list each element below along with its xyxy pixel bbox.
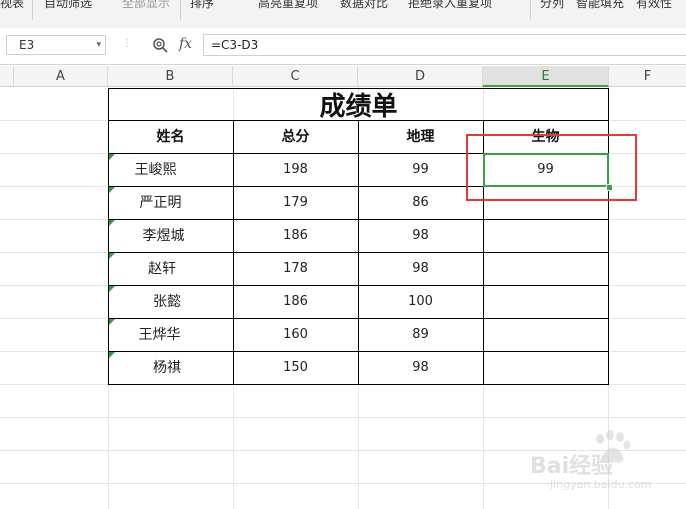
ribbon-item-pivot[interactable]: 视表 [0, 0, 24, 11]
watermark-brand: Bai经验 [530, 454, 614, 479]
biology-cell[interactable] [483, 220, 608, 252]
header-cell-name[interactable]: 姓名 [108, 121, 233, 153]
name-box[interactable]: E3 ▾ [6, 35, 106, 55]
column-header-e[interactable]: E [483, 66, 609, 87]
geography-cell[interactable]: 89 [358, 319, 483, 351]
name-cell[interactable]: 杨祺 [108, 352, 226, 384]
select-all-corner[interactable] [0, 66, 14, 87]
total-cell[interactable]: 179 [233, 187, 358, 219]
baidu-jingyan-watermark: Bai经验 jingyan.baidu.com [528, 430, 678, 500]
name-cell[interactable]: 王烨华 [108, 319, 211, 351]
geography-cell[interactable]: 98 [358, 352, 483, 384]
header-cell-geography[interactable]: 地理 [358, 121, 483, 153]
biology-cell[interactable] [483, 253, 608, 285]
ribbon-item-highlight-duplicates[interactable]: 高亮重复项 [258, 0, 318, 11]
grid-line [0, 417, 686, 418]
ribbon-item-smart-fill[interactable]: 智能填充 [576, 0, 624, 11]
ribbon-item-validity[interactable]: 有效性 [636, 0, 672, 11]
name-cell[interactable]: 严正明 [108, 187, 213, 219]
name-cell[interactable]: 赵轩 [108, 253, 216, 285]
column-header-b[interactable]: B [108, 66, 233, 87]
total-cell[interactable]: 186 [233, 220, 358, 252]
geography-cell[interactable]: 99 [358, 154, 483, 186]
biology-cell[interactable] [483, 319, 608, 351]
chevron-down-icon[interactable]: ▾ [96, 36, 101, 54]
insert-function-icon[interactable]: fx [179, 36, 192, 52]
column-header-f[interactable]: F [609, 66, 686, 87]
name-cell[interactable]: 王峻熙 [108, 154, 203, 186]
ribbon-item-show-all[interactable]: 全部显示 [122, 0, 170, 11]
name-box-value: E3 [19, 38, 35, 52]
name-cell[interactable]: 李煜城 [108, 220, 219, 252]
formula-bar: E3 ▾ ⋮ fx =C3-D3 [0, 28, 686, 65]
ribbon-item-reject-duplicates[interactable]: 拒绝录入重复项 [408, 0, 492, 11]
ribbon-divider [530, 0, 531, 20]
ribbon-item-split-column[interactable]: 分列 [540, 0, 564, 11]
formula-bar-divider-icon: ⋮ [122, 38, 132, 49]
geography-cell[interactable]: 86 [358, 187, 483, 219]
column-header-a[interactable]: A [14, 66, 108, 87]
total-cell[interactable]: 198 [233, 154, 358, 186]
ribbon-divider [32, 0, 33, 20]
ribbon-toolbar: 视表 自动筛选 全部显示 排序 高亮重复项 数据对比 拒绝录入重复项 分列 智能… [0, 0, 686, 29]
watermark-url: jingyan.baidu.com [550, 478, 652, 491]
highlight-annotation-box [466, 134, 637, 201]
sheet-title-cell[interactable]: 成绩单 [108, 88, 609, 121]
column-header-d[interactable]: D [358, 66, 483, 87]
geography-cell[interactable]: 100 [358, 286, 483, 318]
biology-cell[interactable] [483, 286, 608, 318]
formula-input[interactable]: =C3-D3 [203, 34, 686, 56]
ribbon-item-sort[interactable]: 排序 [190, 0, 214, 11]
column-header-c[interactable]: C [233, 66, 358, 87]
ribbon-item-autofilter[interactable]: 自动筛选 [44, 0, 92, 11]
total-cell[interactable]: 186 [233, 286, 358, 318]
geography-cell[interactable]: 98 [358, 253, 483, 285]
ribbon-item-data-compare[interactable]: 数据对比 [340, 0, 388, 11]
header-cell-total[interactable]: 总分 [233, 121, 358, 153]
geography-cell[interactable]: 98 [358, 220, 483, 252]
ribbon-divider [180, 0, 181, 20]
total-cell[interactable]: 160 [233, 319, 358, 351]
name-cell[interactable]: 张懿 [108, 286, 226, 318]
total-cell[interactable]: 178 [233, 253, 358, 285]
total-cell[interactable]: 150 [233, 352, 358, 384]
biology-cell[interactable] [483, 352, 608, 384]
zoom-search-icon[interactable] [152, 37, 169, 54]
